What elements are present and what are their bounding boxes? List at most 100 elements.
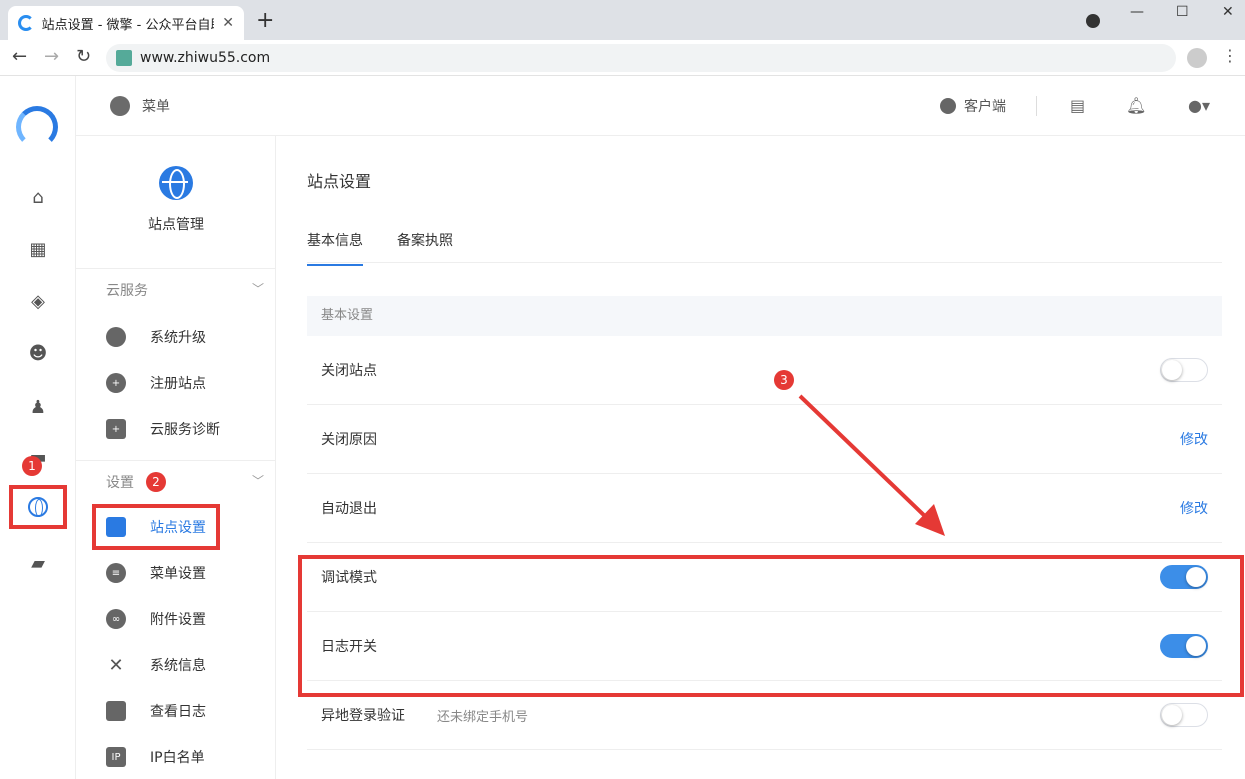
remote-login-toggle[interactable] bbox=[1160, 703, 1208, 727]
medkit-icon: + bbox=[106, 419, 126, 439]
site-management-header: 站点管理 bbox=[76, 166, 276, 234]
edit-close-reason-link[interactable]: 修改 bbox=[1180, 429, 1208, 449]
nav-item-system-info[interactable]: ✕ 系统信息 bbox=[106, 650, 266, 680]
toggle-knob bbox=[1162, 360, 1182, 380]
client-icon bbox=[940, 98, 956, 114]
menu-toggle[interactable]: 菜单 bbox=[110, 96, 170, 116]
nav-item-label: 云服务诊断 bbox=[150, 422, 220, 438]
plus-circle-icon: + bbox=[106, 373, 126, 393]
nav-item-menu-settings[interactable]: ≡ 菜单设置 bbox=[106, 558, 266, 588]
profile-avatar-icon[interactable] bbox=[1187, 48, 1207, 68]
nav-item-label: 查看日志 bbox=[150, 704, 206, 720]
nav-item-site-settings[interactable]: 站点设置 bbox=[106, 512, 266, 542]
window-maximize-button[interactable]: ☐ bbox=[1176, 4, 1189, 20]
site-favicon-icon bbox=[18, 15, 34, 31]
calendar-icon[interactable]: ▤ bbox=[1070, 96, 1085, 115]
setting-row-close-reason: 关闭原因 修改 bbox=[307, 405, 1222, 474]
link-icon: ∞ bbox=[106, 609, 126, 629]
nav-item-label: 菜单设置 bbox=[150, 566, 206, 582]
site-globe-icon bbox=[159, 166, 193, 200]
setting-row-auto-logout: 自动退出 修改 bbox=[307, 474, 1222, 543]
setting-label: 自动退出 bbox=[321, 501, 377, 517]
toggle-knob bbox=[1162, 705, 1182, 725]
back-arrow-icon[interactable]: ← bbox=[12, 46, 27, 67]
setting-label: 异地登录验证 bbox=[321, 708, 405, 724]
topbar-divider bbox=[1036, 96, 1037, 116]
tab-license[interactable]: 备案执照 bbox=[397, 230, 453, 266]
section-header: 基本设置 bbox=[307, 296, 1222, 336]
client-label: 客户端 bbox=[964, 99, 1006, 115]
tab-basic-info[interactable]: 基本信息 bbox=[307, 230, 363, 266]
site-management-label: 站点管理 bbox=[148, 217, 204, 233]
new-tab-button[interactable]: + bbox=[256, 8, 274, 33]
rail-item-site[interactable] bbox=[9, 485, 67, 529]
menu-label: 菜单 bbox=[142, 99, 170, 115]
page-title: 站点设置 bbox=[307, 172, 372, 191]
cloud-download-icon bbox=[106, 327, 126, 347]
browser-toolbar: ← → ↻ www.zhiwu55.com ⋮ bbox=[0, 40, 1245, 76]
group-settings-title: 设置 bbox=[106, 475, 134, 491]
nav-item-label: 附件设置 bbox=[150, 612, 206, 628]
chevron-down-icon[interactable]: ﹀ bbox=[252, 472, 264, 489]
tab-title: 站点设置 - 微擎 - 公众平台自助引擎 bbox=[41, 17, 215, 33]
users-icon[interactable]: ☻ bbox=[27, 342, 49, 364]
annotation-badge-2: 2 bbox=[146, 472, 166, 492]
store-icon[interactable]: ▰ bbox=[27, 552, 49, 574]
browser-tab[interactable]: 站点设置 - 微擎 - 公众平台自助引擎 ✕ bbox=[8, 6, 244, 40]
ip-icon: IP bbox=[106, 747, 126, 767]
nav-item-view-logs[interactable]: 查看日志 bbox=[106, 696, 266, 726]
app-logo[interactable] bbox=[16, 106, 58, 148]
menu-icon bbox=[110, 96, 130, 116]
annotation-badge-1: 1 bbox=[22, 456, 42, 476]
nav-item-ip-whitelist[interactable]: IP IP白名单 bbox=[106, 742, 266, 772]
close-site-toggle[interactable] bbox=[1160, 358, 1208, 382]
list-icon: ≡ bbox=[106, 563, 126, 583]
site-info-icon[interactable] bbox=[116, 50, 132, 66]
window-minimize-button[interactable]: — bbox=[1130, 4, 1144, 20]
annotation-highlight-toggles bbox=[298, 555, 1244, 697]
sub-navigation: 站点管理 云服务 ﹀ 系统升级 + 注册站点 + 云服务诊断 设置 2 ﹀ 站点… bbox=[76, 136, 276, 779]
divider bbox=[307, 262, 1222, 263]
setting-hint: 还未绑定手机号 bbox=[437, 709, 529, 725]
tab-bar: 基本信息 备案执照 bbox=[307, 230, 487, 266]
browser-menu-icon[interactable]: ⋮ bbox=[1222, 46, 1238, 65]
nav-item-label: 系统信息 bbox=[150, 658, 206, 674]
bell-icon[interactable]: 🔔︎ bbox=[1126, 96, 1146, 115]
client-link[interactable]: 客户端 bbox=[940, 96, 1006, 116]
reload-icon[interactable]: ↻ bbox=[76, 46, 91, 67]
nav-item-label: 站点设置 bbox=[150, 520, 206, 536]
address-bar[interactable]: www.zhiwu55.com bbox=[106, 44, 1176, 72]
annotation-badge-3: 3 bbox=[774, 370, 794, 390]
sitemap-icon bbox=[106, 517, 126, 537]
nav-item-system-upgrade[interactable]: 系统升级 bbox=[106, 322, 266, 352]
url-text: www.zhiwu55.com bbox=[140, 50, 271, 66]
tab-close-icon[interactable]: ✕ bbox=[222, 15, 234, 31]
nav-item-attachment-settings[interactable]: ∞ 附件设置 bbox=[106, 604, 266, 634]
globe-icon bbox=[28, 497, 48, 517]
forward-arrow-icon[interactable]: → bbox=[44, 46, 59, 67]
module-icon[interactable]: ◈ bbox=[27, 290, 49, 312]
divider bbox=[76, 268, 276, 269]
setting-label: 关闭原因 bbox=[321, 432, 377, 448]
nav-item-cloud-diagnose[interactable]: + 云服务诊断 bbox=[106, 414, 266, 444]
chevron-down-icon[interactable]: ﹀ bbox=[252, 280, 264, 297]
app-topbar: 菜单 客户端 ▤ 🔔︎ ●▾ bbox=[76, 76, 1245, 136]
icon-rail: ⌂ ▦ ◈ ☻ ♟ ▬ 1 ▰ bbox=[0, 76, 76, 779]
browser-tabbar: 站点设置 - 微擎 - 公众平台自助引擎 ✕ + — ☐ ✕ bbox=[0, 0, 1245, 40]
setting-row-close-site: 关闭站点 bbox=[307, 336, 1222, 405]
group-cloud-title: 云服务 bbox=[106, 283, 148, 299]
log-calendar-icon bbox=[106, 701, 126, 721]
app-root: ⌂ ▦ ◈ ☻ ♟ ▬ 1 ▰ 菜单 客户端 ▤ 🔔︎ ●▾ 站点管理 云服务 bbox=[0, 76, 1245, 779]
window-close-button[interactable]: ✕ bbox=[1222, 4, 1234, 20]
main-content: 站点设置 基本信息 备案执照 基本设置 关闭站点 关闭原因 修改 自动退出 修改… bbox=[277, 136, 1245, 779]
tools-icon: ✕ bbox=[108, 654, 124, 676]
user-lock-icon[interactable]: ♟ bbox=[27, 396, 49, 418]
tab-search-icon[interactable] bbox=[1086, 14, 1100, 28]
setting-label: 关闭站点 bbox=[321, 363, 377, 379]
nav-item-register-site[interactable]: + 注册站点 bbox=[106, 368, 266, 398]
apps-icon[interactable]: ▦ bbox=[27, 238, 49, 260]
home-icon[interactable]: ⌂ bbox=[27, 186, 49, 208]
user-avatar-icon[interactable]: ●▾ bbox=[1188, 96, 1210, 115]
nav-item-label: IP白名单 bbox=[150, 750, 205, 766]
edit-auto-logout-link[interactable]: 修改 bbox=[1180, 498, 1208, 518]
